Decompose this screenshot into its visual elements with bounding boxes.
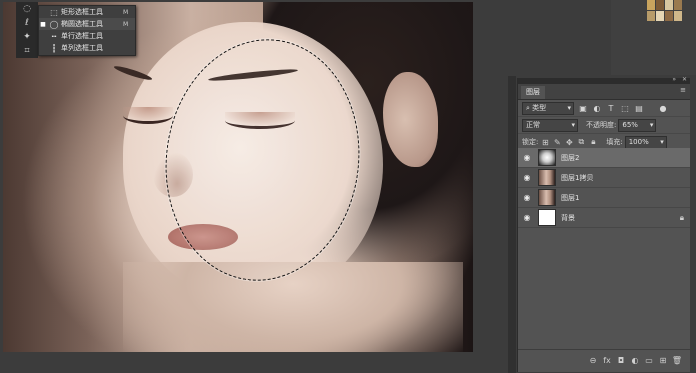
filter-toggle-icon[interactable]: ● [658,104,668,113]
new-layer-icon[interactable]: ⊞ [656,356,670,365]
search-icon: ⌕ [526,103,530,112]
swatch[interactable] [665,0,673,10]
layer-row[interactable]: ◉ 图层1拷贝 [518,168,690,188]
layer-thumbnail [538,189,556,206]
chevron-down-icon: ▾ [649,120,654,129]
eye-icon[interactable]: ◉ [518,193,536,202]
selected-bullet: ■ [40,20,46,28]
lock-label: 锁定: [522,138,539,146]
fill-label: 填充: [606,138,623,146]
lock-paint-icon[interactable]: ✎ [552,138,562,147]
photo-neck [123,262,463,352]
lasso-icon[interactable]: ℓ [16,16,38,30]
ellipse-marquee-icon: ◯ [49,19,59,29]
blend-row: 正常 ▾ 不透明度: 65% ▾ [518,117,690,134]
eye-icon[interactable]: ◉ [518,153,536,162]
layer-row[interactable]: ◉ 背景 🔒︎ [518,208,690,228]
flyout-item-label: 矩形选框工具 [61,8,103,16]
type-filter-icon[interactable]: T [606,104,616,113]
opacity-label: 不透明度: [586,121,617,129]
photo-eye-left [123,107,173,124]
crop-icon[interactable]: ⌗ [16,44,38,58]
lock-all-icon[interactable]: 🔒︎ [588,137,598,147]
link-layers-icon[interactable]: ⊖ [586,356,600,365]
lock-artboard-icon[interactable]: ⧉ [576,137,586,147]
layer-name[interactable]: 背景 [561,213,680,223]
marquee-tools-flyout: ⬚ 矩形选框工具 M ■ ◯ 椭圆选框工具 M ┅ 单行选框工具 ┇ 单列选框工… [38,5,136,56]
filter-row: ⌕ 类型 ▾ ▣ ◐ T ⬚ ▤ ● [518,100,690,117]
blend-mode-value: 正常 [526,120,540,129]
blend-mode-dropdown[interactable]: 正常 ▾ [522,118,578,132]
filter-kind-label: 类型 [532,103,547,112]
single-row-marquee-icon: ┅ [51,31,57,41]
lock-position-icon[interactable]: ✥ [564,138,574,147]
flyout-item-rect-marquee[interactable]: ⬚ 矩形选框工具 M [39,6,135,18]
add-mask-icon[interactable]: ◘ [614,356,628,365]
rect-marquee-icon: ⬚ [50,7,58,17]
new-group-icon[interactable]: ▭ [642,356,656,365]
adjustment-layer-icon[interactable]: ◐ [628,356,642,365]
filter-kind-dropdown[interactable]: ⌕ 类型 ▾ [522,101,574,115]
swatch[interactable] [647,11,655,21]
photo-brow-left [113,63,153,83]
shortcut-key: M [123,20,129,28]
layer-thumbnail [538,169,556,186]
flyout-item-single-column-marquee[interactable]: ┇ 单列选框工具 [39,42,135,54]
eye-icon[interactable]: ◉ [518,213,536,222]
fill-field[interactable]: 100% ▾ [624,135,667,149]
tools-strip: ◌ ℓ ✦ ⌗ [16,2,38,58]
eye-icon[interactable]: ◉ [518,173,536,182]
flyout-item-single-row-marquee[interactable]: ┅ 单行选框工具 [39,30,135,42]
adjustment-filter-icon[interactable]: ◐ [592,104,602,113]
delete-layer-icon[interactable]: 🗑︎ [670,356,684,365]
layer-row[interactable]: ◉ 图层1 [518,188,690,208]
panel-menu-icon[interactable]: ≡ [680,86,686,94]
lock-transparent-icon[interactable]: ⊞ [540,138,550,147]
chevron-down-icon: ▾ [660,137,664,146]
swatch[interactable] [674,11,682,21]
panel-bottom-toolbar: ⊖ fx ◘ ◐ ▭ ⊞ 🗑︎ [518,349,690,371]
flyout-item-label: 单列选框工具 [61,44,103,52]
layer-row[interactable]: ◉ 图层2 [518,148,690,168]
opacity-field[interactable]: 65% ▾ [618,118,657,132]
photoshop-workspace: ◌ ℓ ✦ ⌗ ⬚ 矩形选框工具 M ■ ◯ 椭圆选框工具 M ┅ 单行选框工具… [0,0,696,373]
layer-name[interactable]: 图层1 [561,193,690,203]
layer-thumbnail [538,149,556,166]
flyout-item-ellipse-marquee[interactable]: ■ ◯ 椭圆选框工具 M [39,18,135,30]
swatch[interactable] [665,11,673,21]
chevron-down-icon: ▾ [567,103,571,112]
magic-wand-icon[interactable]: ✦ [16,30,38,44]
collapse-icon[interactable]: » [672,76,676,83]
ellipse-marquee-icon[interactable]: ◌ [16,2,38,16]
flyout-item-label: 单行选框工具 [61,32,103,40]
pixel-filter-icon[interactable]: ▣ [578,104,588,113]
lock-icon: 🔒︎ [679,212,684,222]
layer-style-icon[interactable]: fx [600,356,614,365]
layers-panel: » ✕ 图层 ≡ ⌕ 类型 ▾ ▣ ◐ T ⬚ ▤ ● 正常 ▾ 不透明度: 6… [517,76,690,372]
layer-name[interactable]: 图层2 [561,153,690,163]
layer-name[interactable]: 图层1拷贝 [561,173,690,183]
close-icon[interactable]: ✕ [682,76,687,83]
swatch[interactable] [674,0,682,10]
opacity-value: 65% [622,120,638,129]
chevron-down-icon: ▾ [571,120,575,129]
dock-gutter [508,76,516,373]
swatches-panel [645,0,696,22]
single-column-marquee-icon: ┇ [51,43,57,53]
swatch[interactable] [656,0,664,10]
layer-thumbnail [538,209,556,226]
shortcut-key: M [123,8,129,16]
panel-tabbar: 图层 ≡ [518,84,690,100]
tab-layers[interactable]: 图层 [521,86,545,99]
layers-list: ◉ 图层2 ◉ 图层1拷贝 ◉ 图层1 ◉ 背景 🔒︎ [518,148,690,228]
fill-value: 100% [628,137,649,146]
flyout-item-label: 椭圆选框工具 [61,20,103,28]
shape-filter-icon[interactable]: ⬚ [620,104,630,113]
swatch[interactable] [647,0,655,10]
swatch[interactable] [656,11,664,21]
smart-object-filter-icon[interactable]: ▤ [634,104,644,113]
